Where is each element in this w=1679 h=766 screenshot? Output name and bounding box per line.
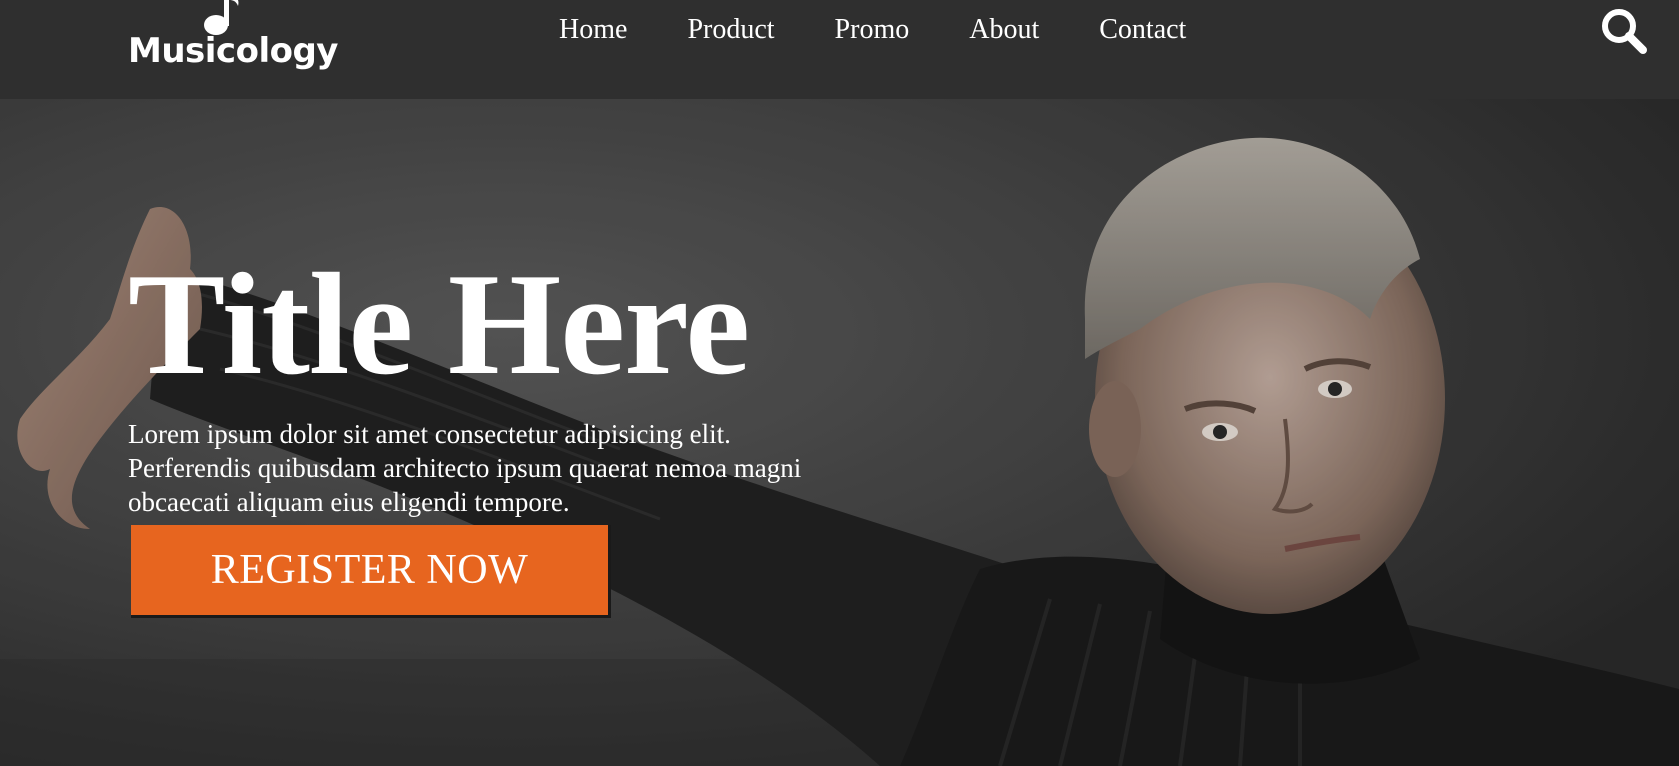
search-icon	[1602, 9, 1647, 54]
hero-title: Title Here	[128, 243, 750, 405]
hero-description: Lorem ipsum dolor sit amet consectetur a…	[128, 419, 802, 517]
brand-logo[interactable]: Musicology	[128, 0, 338, 86]
hero-section: Title Here Lorem ipsum dolor sit amet co…	[0, 99, 1679, 766]
nav-item-contact[interactable]: Contact	[1099, 14, 1186, 46]
nav-item-promo[interactable]: Promo	[835, 14, 910, 46]
nav-item-home[interactable]: Home	[559, 14, 627, 46]
brand-name: Musicology	[128, 31, 338, 71]
nav-item-product[interactable]: Product	[687, 14, 774, 46]
main-nav: Home Product Promo About Contact	[559, 14, 1186, 46]
nav-item-about[interactable]: About	[969, 14, 1039, 46]
search-button[interactable]	[1599, 6, 1649, 56]
register-now-button[interactable]: REGISTER NOW	[131, 525, 611, 618]
hero-content: Title Here Lorem ipsum dolor sit amet co…	[128, 251, 848, 519]
navbar: Musicology Home Product Promo About Cont…	[0, 0, 1679, 99]
